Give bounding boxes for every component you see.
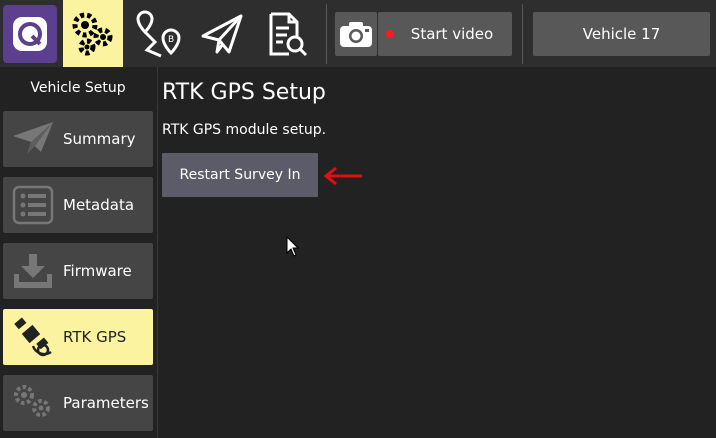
qgc-logo-button[interactable] — [3, 5, 57, 63]
mouse-cursor-icon — [286, 236, 300, 257]
toolbar-separator — [522, 4, 523, 64]
sidebar-item-rtk-gps[interactable]: RTK GPS — [3, 309, 153, 365]
sidebar-title: Vehicle Setup — [30, 80, 126, 96]
vehicle-selector-button[interactable]: Vehicle 17 — [533, 12, 710, 56]
svg-text:B: B — [168, 35, 174, 45]
analyze-icon — [269, 12, 308, 56]
sidebar-item-metadata[interactable]: Metadata — [3, 177, 153, 233]
gears-icon — [14, 385, 50, 417]
paper-plane-icon — [13, 122, 53, 154]
red-arrow-annotation — [323, 166, 362, 186]
settings-gears-icon — [72, 12, 113, 55]
sidebar-item-label: RTK GPS — [63, 328, 127, 346]
fly-paper-plane-icon — [201, 14, 243, 53]
sidebar-item-summary[interactable]: Summary — [3, 111, 153, 167]
plan-route-icon: B — [136, 9, 181, 57]
analyze-view-button[interactable] — [258, 0, 316, 67]
fly-view-button[interactable] — [192, 0, 252, 67]
download-icon — [14, 254, 52, 288]
start-video-label: Start video — [410, 25, 494, 43]
qgc-logo-icon — [13, 17, 47, 51]
start-video-button[interactable]: Start video — [378, 12, 512, 56]
top-toolbar: B Start video Vehicle 17 — [0, 0, 716, 67]
vehicle-label: Vehicle 17 — [582, 25, 661, 43]
plan-view-button[interactable]: B — [128, 0, 188, 67]
list-icon — [12, 185, 54, 225]
camera-button[interactable] — [335, 12, 377, 56]
sidebar-divider — [157, 67, 158, 438]
vehicle-setup-button[interactable] — [63, 0, 123, 67]
record-dot-icon — [386, 30, 394, 38]
toolbar-separator — [326, 4, 327, 64]
camera-icon — [340, 22, 372, 47]
sidebar-item-label: Metadata — [63, 196, 135, 214]
sidebar-item-label: Summary — [63, 130, 136, 148]
restart-survey-in-button[interactable]: Restart Survey In — [162, 153, 318, 197]
sidebar-item-firmware[interactable]: Firmware — [3, 243, 153, 299]
page-description: RTK GPS module setup. — [162, 122, 327, 138]
satellite-icon — [14, 317, 52, 357]
sidebar-item-parameters[interactable]: Parameters — [3, 375, 153, 431]
page-title: RTK GPS Setup — [162, 80, 326, 105]
sidebar-item-label: Parameters — [63, 394, 149, 412]
vehicle-setup-sidebar: Vehicle Setup Summary Metadata Firmware … — [0, 67, 156, 438]
sidebar-item-label: Firmware — [63, 262, 132, 280]
